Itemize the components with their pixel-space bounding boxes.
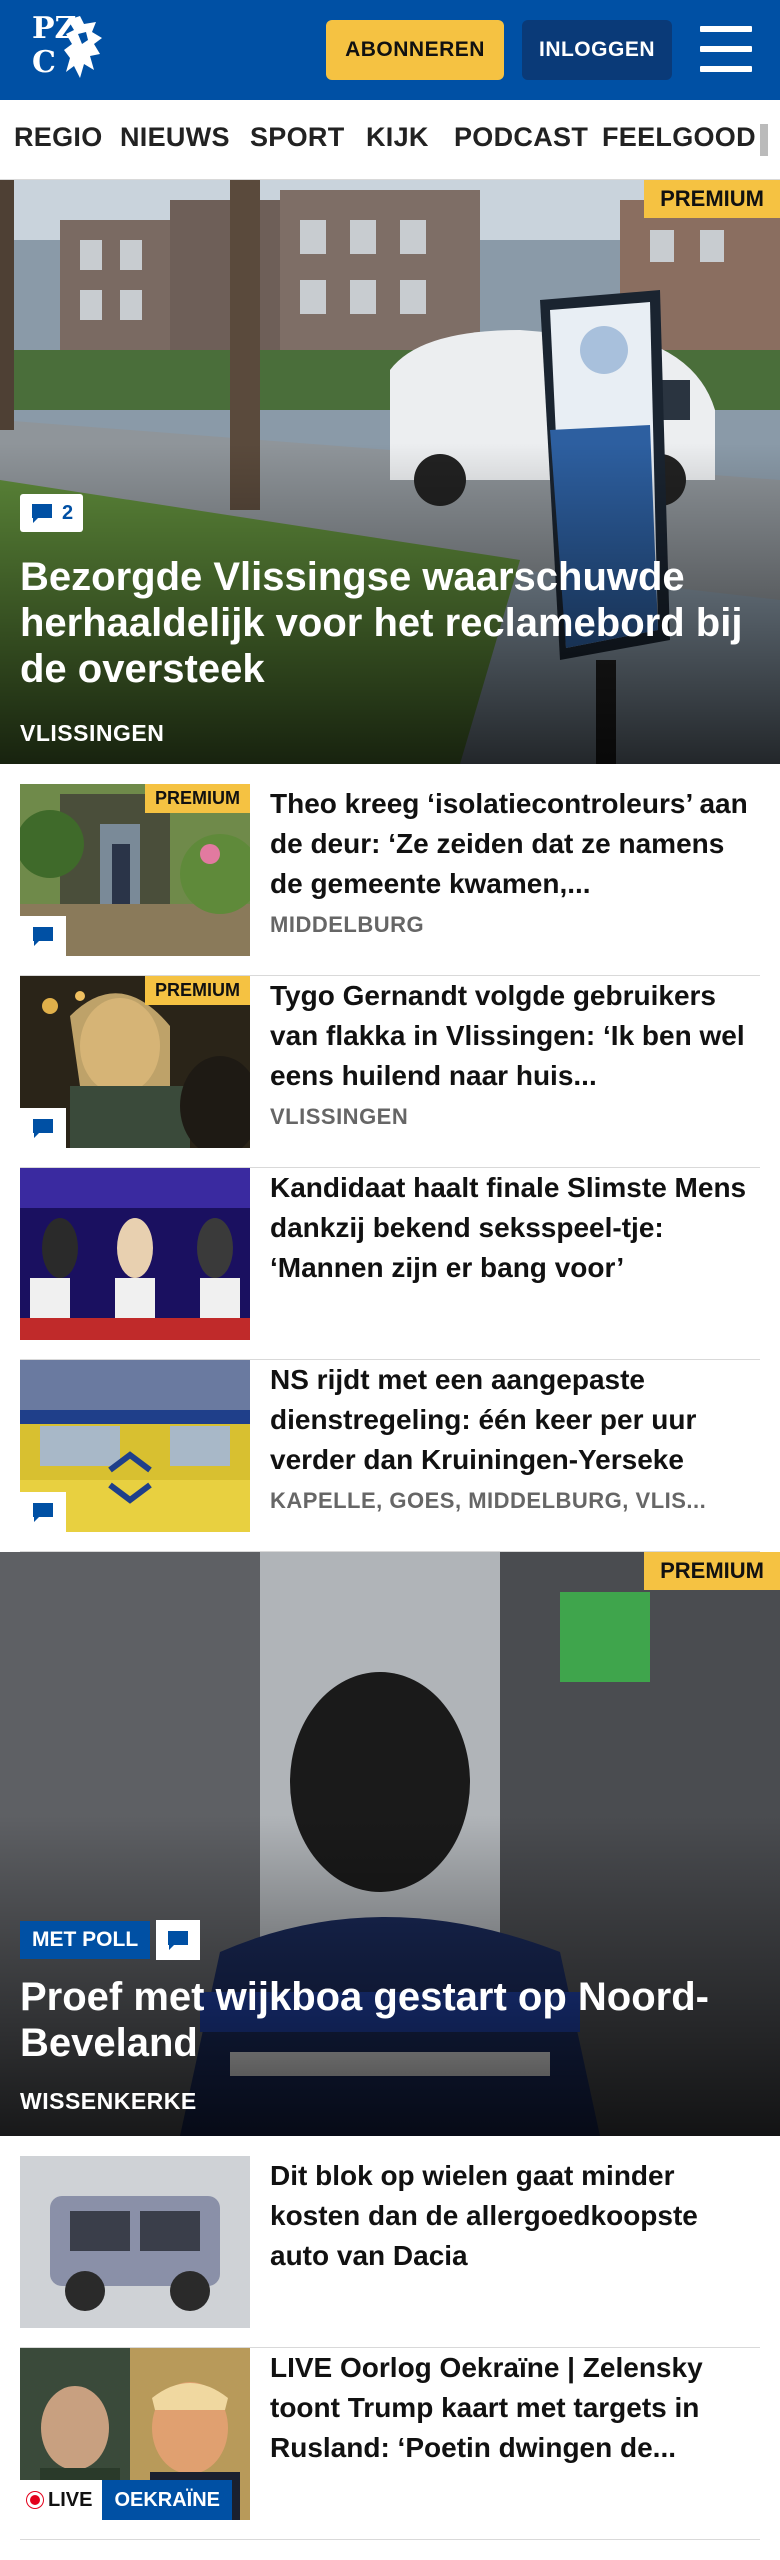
hero-location: WISSENKERKE — [20, 2088, 197, 2114]
nav-item-kijk[interactable]: KIJK — [366, 122, 429, 153]
list-item[interactable]: Dit blok op wielen gaat minder kosten da… — [20, 2156, 760, 2348]
article-location: KAPELLE, GOES, MIDDELBURG, VLIS... — [270, 1488, 707, 1513]
nav-overflow-hint — [760, 124, 768, 156]
comment-indicator — [20, 916, 66, 956]
comment-icon — [33, 1503, 53, 1522]
article-headline[interactable]: Kandidaat haalt finale Slimste Mens dank… — [270, 1168, 760, 1288]
article-headline[interactable]: Dit blok op wielen gaat minder kosten da… — [270, 2156, 760, 2276]
article-thumbnail — [20, 1168, 250, 1340]
list-item[interactable]: Kandidaat haalt finale Slimste Mens dank… — [20, 1168, 760, 1360]
hero-headline[interactable]: Bezorgde Vlissingse waarschuwde herhaald… — [20, 554, 760, 692]
nav-item-podcast[interactable]: PODCAST — [454, 122, 588, 153]
comment-count: 2 — [62, 501, 74, 524]
lion-emblem-icon — [64, 16, 102, 78]
live-dot-icon — [30, 2495, 40, 2505]
comment-icon — [33, 1119, 53, 1138]
comment-indicator — [20, 1492, 66, 1532]
nav-item-sport[interactable]: SPORT — [250, 122, 345, 153]
poll-badge[interactable]: MET POLL — [20, 1920, 201, 1960]
article-headline[interactable]: LIVE Oorlog Oekraïne | Zelensky toont Tr… — [270, 2348, 760, 2468]
subscribe-button[interactable]: ABONNEREN — [326, 20, 504, 80]
comment-count-badge[interactable]: 2 — [20, 494, 84, 532]
premium-badge: PREMIUM — [145, 784, 250, 813]
article-location: VLISSINGEN — [270, 1104, 409, 1129]
list-item[interactable]: PREMIUM Tygo Gernandt volgde gebruikers … — [20, 976, 760, 1168]
article-thumbnail: PREMIUM — [20, 784, 250, 956]
login-button[interactable]: INLOGGEN — [522, 20, 672, 80]
comment-indicator — [20, 1108, 66, 1148]
article-headline[interactable]: Theo kreeg ‘isolatiecontroleurs’ aan de … — [270, 784, 760, 904]
premium-badge: PREMIUM — [644, 1552, 780, 1590]
hero-headline[interactable]: Proef met wijkboa gestart op Noord-Bevel… — [20, 1974, 760, 2066]
premium-badge: PREMIUM — [145, 976, 250, 1005]
nav-item-regio[interactable]: REGIO — [14, 122, 103, 153]
article-thumbnail — [20, 1360, 250, 1532]
article-thumbnail — [20, 2156, 250, 2328]
list-item[interactable]: NS rijdt met een aangepaste dienstregeli… — [20, 1360, 760, 1552]
premium-badge: PREMIUM — [644, 180, 780, 218]
list-item[interactable]: PREMIUM Theo kreeg ‘isolatiecontroleurs’… — [20, 784, 760, 976]
nav-item-nieuws[interactable]: NIEUWS — [120, 122, 230, 153]
article-thumbnail: LIVE OEKRAÏNE — [20, 2348, 250, 2520]
live-indicator: LIVE — [20, 2480, 103, 2520]
hero-article-wijkboa[interactable]: PREMIUM MET POLL Proef met wijkboa gesta… — [0, 1552, 780, 2136]
hero-article-billboard[interactable]: PREMIUM 2 Bezorgde Vlissingse waarschuwd… — [0, 180, 780, 764]
nav-item-feelgood[interactable]: FEELGOOD — [602, 122, 756, 153]
comment-icon — [168, 1931, 189, 1950]
pzc-logo[interactable]: PZ C — [28, 12, 112, 88]
comment-icon — [32, 504, 52, 523]
article-thumbnail: PREMIUM — [20, 976, 250, 1148]
list-item[interactable]: LIVE OEKRAÏNE LIVE Oorlog Oekraïne | Zel… — [20, 2348, 760, 2540]
logo-text-bottom: C — [32, 45, 56, 80]
article-location: MIDDELBURG — [270, 912, 425, 937]
topic-tag[interactable]: OEKRAÏNE — [102, 2480, 233, 2520]
poll-label: MET POLL — [20, 1921, 151, 1959]
hamburger-menu-icon[interactable] — [700, 26, 752, 72]
hero-location: VLISSINGEN — [20, 720, 165, 746]
site-header: PZ C ABONNEREN INLOGGEN — [0, 0, 780, 100]
live-badges: LIVE OEKRAÏNE — [20, 2480, 233, 2520]
comment-indicator — [156, 1920, 201, 1960]
comment-icon — [33, 927, 53, 946]
article-headline[interactable]: NS rijdt met een aangepaste dienstregeli… — [270, 1360, 760, 1480]
section-nav: REGIO NIEUWS SPORT KIJK PODCAST FEELGOOD — [0, 100, 780, 180]
article-headline[interactable]: Tygo Gernandt volgde gebruikers van flak… — [270, 976, 760, 1096]
live-label: LIVE — [48, 2488, 93, 2511]
